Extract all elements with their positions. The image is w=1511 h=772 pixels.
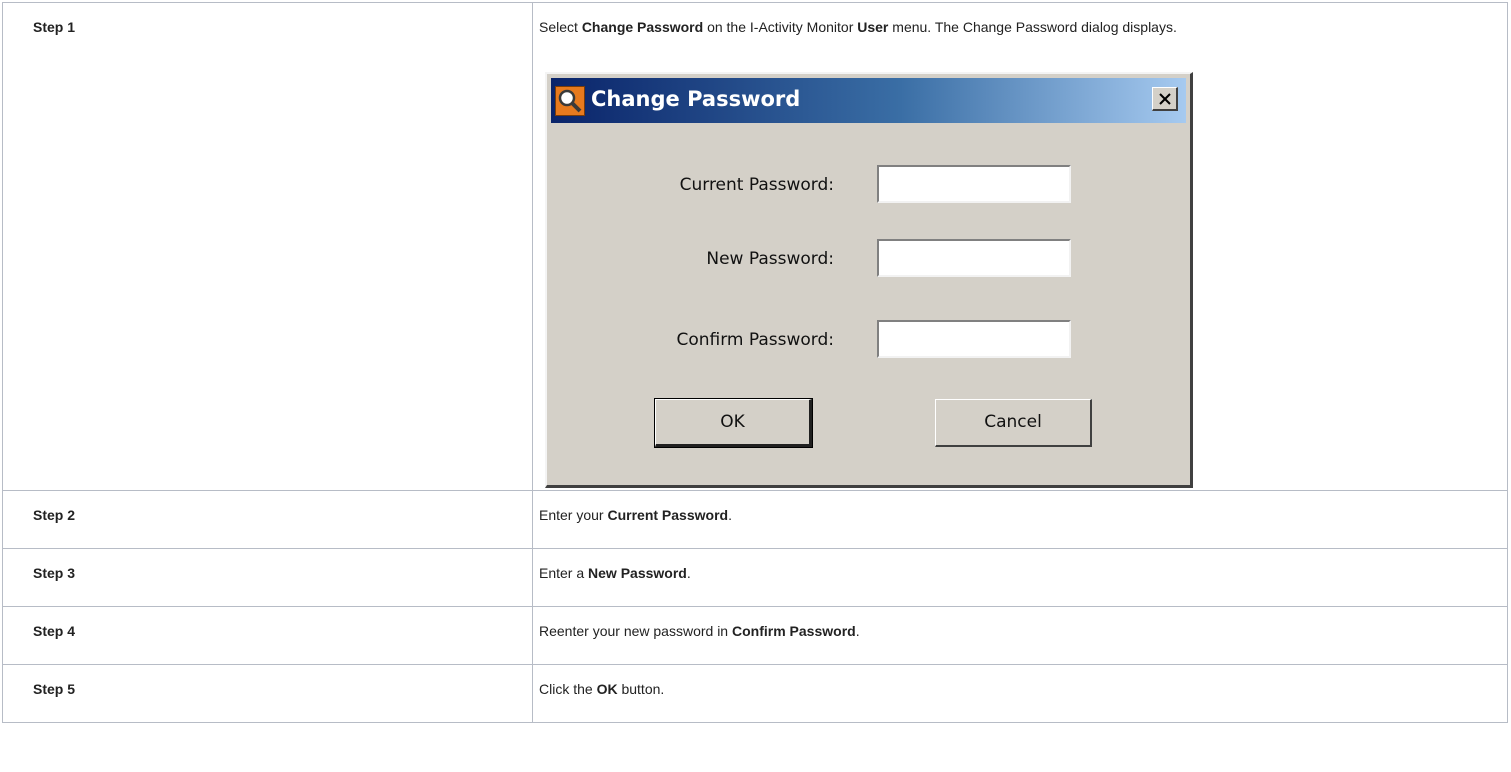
close-icon — [1159, 93, 1171, 105]
step-description: Select Change Password on the I-Activity… — [533, 3, 1507, 35]
description-cell: Enter your Current Password. — [532, 490, 1508, 549]
description-cell: Reenter your new password in Confirm Pas… — [532, 606, 1508, 665]
cancel-button[interactable]: Cancel — [935, 399, 1092, 447]
new-password-input[interactable] — [877, 239, 1071, 277]
change-password-dialog: Change Password Current Password: New Pa… — [545, 72, 1193, 488]
step-description: Click the OK button. — [533, 665, 1507, 697]
step-cell: Step 2 — [2, 490, 533, 549]
step-cell: Step 3 — [2, 548, 533, 607]
description-cell: Click the OK button. — [532, 664, 1508, 723]
table-row: Step 5 Click the OK button. — [2, 664, 1508, 723]
description-text: Select — [539, 19, 582, 35]
description-text: Click the — [539, 681, 597, 697]
emphasized-term: Change Password — [581, 19, 704, 35]
current-password-label: Current Password: — [679, 175, 834, 195]
step-cell: Step 4 — [2, 606, 533, 665]
table-row: Step 4 Reenter your new password in Conf… — [2, 606, 1508, 665]
step-description: Reenter your new password in Confirm Pas… — [533, 607, 1507, 639]
table-row: Step 3 Enter a New Password. — [2, 548, 1508, 607]
description-text: Enter a — [539, 565, 589, 581]
ok-button[interactable]: OK — [655, 399, 812, 447]
emphasized-term: Confirm Password — [732, 623, 856, 639]
step-cell: Step 5 — [2, 664, 533, 723]
description-text: . — [855, 623, 860, 639]
step-description: Enter your Current Password. — [533, 491, 1507, 523]
current-password-input[interactable] — [877, 165, 1071, 203]
description-text: on the I-Activity Monitor — [703, 19, 858, 35]
magnifier-app-icon — [555, 86, 585, 116]
new-password-label: New Password: — [706, 249, 834, 269]
step-description: Enter a New Password. — [533, 549, 1507, 581]
dialog-titlebar[interactable]: Change Password — [551, 78, 1186, 123]
step-label: Step 4 — [33, 623, 76, 639]
step-label: Step 3 — [33, 565, 76, 581]
step-label: Step 2 — [33, 507, 76, 523]
emphasized-term: New Password — [588, 565, 687, 581]
dialog-title: Change Password — [591, 87, 801, 111]
step-label: Step 5 — [33, 681, 76, 697]
description-text: Enter your — [539, 507, 608, 523]
step-cell: Step 1 — [2, 2, 533, 491]
description-cell: Enter a New Password. — [532, 548, 1508, 607]
confirm-password-input[interactable] — [877, 320, 1071, 358]
close-button[interactable] — [1152, 87, 1178, 111]
table-row: Step 2 Enter your Current Password. — [2, 490, 1508, 549]
description-text: Reenter your new password in — [539, 623, 732, 639]
step-label: Step 1 — [33, 19, 76, 35]
description-text: button. — [617, 681, 665, 697]
confirm-password-label: Confirm Password: — [676, 330, 834, 350]
emphasized-term: OK — [596, 681, 618, 697]
description-text: menu. The Change Password dialog display… — [888, 19, 1177, 35]
description-text: . — [728, 507, 732, 523]
description-text: . — [686, 565, 691, 581]
emphasized-term: User — [857, 19, 889, 35]
emphasized-term: Current Password — [607, 507, 729, 523]
